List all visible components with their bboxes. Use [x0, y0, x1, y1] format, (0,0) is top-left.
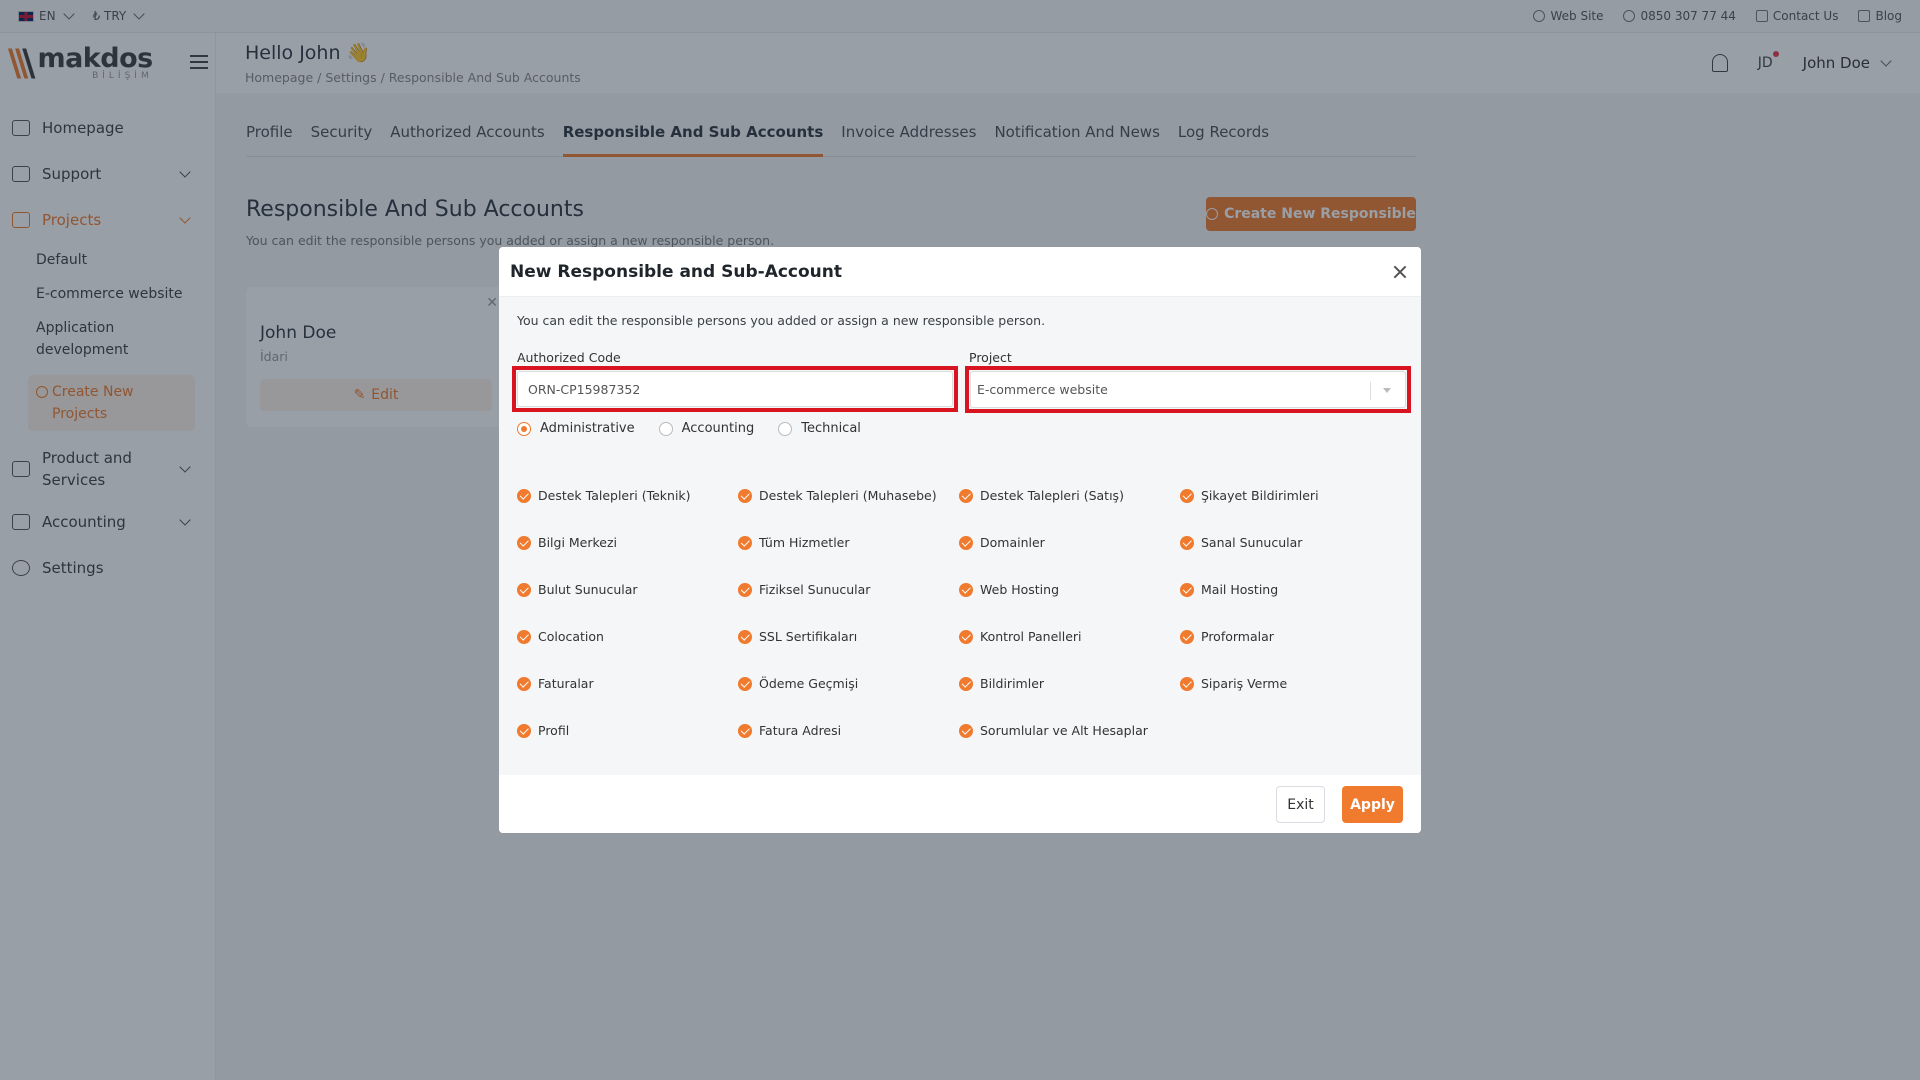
check-icon [517, 676, 531, 691]
permission-checkbox[interactable]: Sorumlular ve Alt Hesaplar [959, 707, 1180, 754]
permission-checkbox[interactable]: Kontrol Panelleri [959, 613, 1180, 660]
permission-checkbox[interactable]: Destek Talepleri (Satış) [959, 472, 1180, 519]
check-icon [1180, 535, 1194, 550]
check-icon [517, 535, 531, 550]
check-icon [959, 488, 973, 503]
check-icon [738, 629, 752, 644]
check-icon [1180, 488, 1194, 503]
permission-checkbox[interactable]: Faturalar [517, 660, 738, 707]
chevron-down-icon [1383, 388, 1391, 393]
check-icon [517, 582, 531, 597]
permission-checkbox[interactable]: Tüm Hizmetler [738, 519, 959, 566]
check-icon [738, 488, 752, 503]
check-icon [959, 629, 973, 644]
permission-checkbox[interactable]: Destek Talepleri (Teknik) [517, 472, 738, 519]
permission-checkbox[interactable]: Fiziksel Sunucular [738, 566, 959, 613]
check-icon [738, 535, 752, 550]
permission-checkbox[interactable]: Profil [517, 707, 738, 754]
check-icon [517, 629, 531, 644]
role-radio-group: Administrative Accounting Technical [517, 421, 861, 436]
permission-checkbox[interactable]: Bilgi Merkezi [517, 519, 738, 566]
permission-checkbox[interactable]: Bildirimler [959, 660, 1180, 707]
close-icon[interactable] [1391, 263, 1409, 281]
authorized-code-input[interactable]: ORN-CP15987352 [517, 371, 953, 407]
check-icon [517, 723, 531, 738]
permission-checkbox[interactable]: Colocation [517, 613, 738, 660]
permissions-grid: Destek Talepleri (Teknik) Destek Taleple… [517, 472, 1407, 754]
apply-button[interactable]: Apply [1342, 786, 1403, 823]
role-technical[interactable]: Technical [778, 421, 861, 436]
permission-checkbox[interactable]: Şikayet Bildirimleri [1180, 472, 1401, 519]
modal-header: New Responsible and Sub-Account [499, 247, 1421, 297]
check-icon [959, 582, 973, 597]
permission-checkbox[interactable]: Domainler [959, 519, 1180, 566]
check-icon [738, 582, 752, 597]
role-accounting[interactable]: Accounting [658, 421, 754, 436]
permission-checkbox[interactable]: Fatura Adresi [738, 707, 959, 754]
permission-checkbox[interactable]: Proformalar [1180, 613, 1401, 660]
check-icon [517, 488, 531, 503]
permission-checkbox[interactable]: Ödeme Geçmişi [738, 660, 959, 707]
check-icon [1180, 582, 1194, 597]
new-responsible-modal: New Responsible and Sub-Account You can … [499, 247, 1421, 833]
permission-checkbox[interactable]: Mail Hosting [1180, 566, 1401, 613]
project-select[interactable]: E-commerce website [970, 371, 1406, 408]
role-administrative[interactable]: Administrative [517, 421, 635, 436]
authorized-code-label: Authorized Code [517, 350, 621, 365]
exit-button[interactable]: Exit [1276, 786, 1325, 823]
modal-title: New Responsible and Sub-Account [510, 261, 843, 282]
check-icon [959, 535, 973, 550]
check-icon [738, 676, 752, 691]
check-icon [1180, 629, 1194, 644]
check-icon [738, 723, 752, 738]
check-icon [959, 676, 973, 691]
permission-checkbox[interactable]: Destek Talepleri (Muhasebe) [738, 472, 959, 519]
permission-checkbox[interactable]: Web Hosting [959, 566, 1180, 613]
check-icon [959, 723, 973, 738]
modal-footer: Exit Apply [499, 775, 1421, 833]
permission-checkbox[interactable]: SSL Sertifikaları [738, 613, 959, 660]
project-label: Project [969, 350, 1012, 365]
check-icon [1180, 676, 1194, 691]
modal-description: You can edit the responsible persons you… [517, 313, 1046, 328]
permission-checkbox[interactable]: Sanal Sunucular [1180, 519, 1401, 566]
permission-checkbox[interactable]: Sipariş Verme [1180, 660, 1401, 707]
permission-checkbox[interactable]: Bulut Sunucular [517, 566, 738, 613]
